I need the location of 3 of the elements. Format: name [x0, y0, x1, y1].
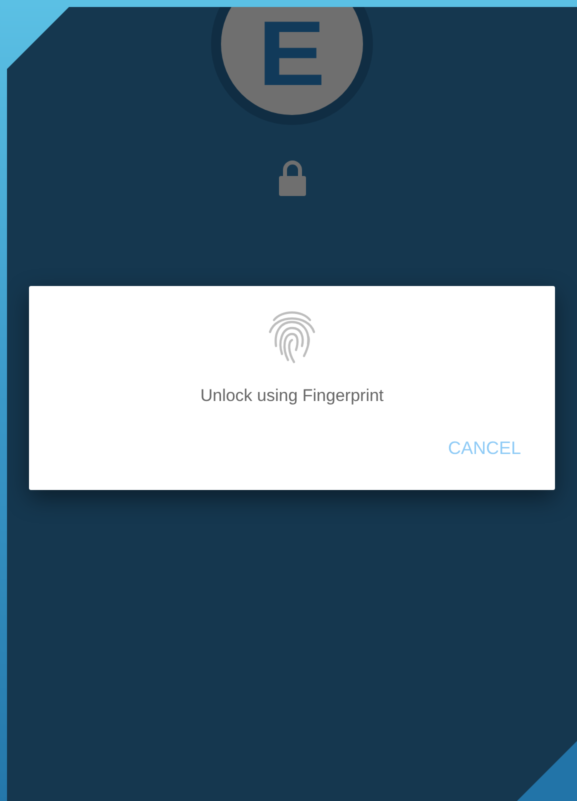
logo: E [221, 7, 363, 115]
cancel-button[interactable]: CANCEL [440, 434, 529, 463]
dialog-message: Unlock using Fingerprint [200, 386, 384, 406]
